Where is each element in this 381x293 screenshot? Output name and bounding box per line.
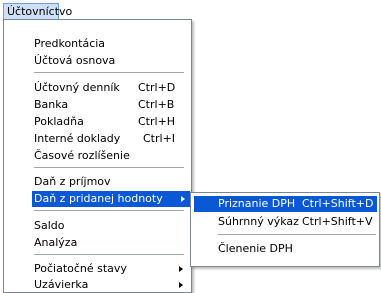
- menu-item-label: Analýza: [34, 236, 78, 249]
- menu-item-shortcut: Ctrl+D: [138, 81, 176, 94]
- submenu-arrow-icon: [179, 266, 183, 272]
- menu-item-casove-rozlisenie[interactable]: Časové rozlíšenie: [34, 148, 184, 164]
- menu-item-dan-z-prijmov[interactable]: Daň z príjmov: [34, 174, 184, 190]
- menu-item-banka[interactable]: Banka Ctrl+B: [34, 97, 184, 113]
- menu-item-pociatocne-stavy[interactable]: Počiatočné stavy: [34, 261, 184, 277]
- menu-item-shortcut: Ctrl+I: [143, 132, 176, 145]
- menu-item-uzavierka[interactable]: Uzávierka: [34, 277, 184, 293]
- submenu-item-label: Členenie DPH: [218, 242, 293, 255]
- menu-item-interne-doklady[interactable]: Interné doklady Ctrl+I: [34, 131, 184, 147]
- submenu-item-suhrnny-vykaz[interactable]: Súhrnný výkaz Ctrl+Shift+V: [194, 214, 377, 230]
- submenu-item-shortcut: Ctrl+Shift+D: [302, 197, 374, 210]
- menu-item-uctova-osnova[interactable]: Účtová osnova: [34, 53, 184, 69]
- menu-separator: [34, 210, 184, 211]
- menu-item-shortcut: Ctrl+H: [138, 115, 176, 128]
- menu-item-saldo[interactable]: Saldo: [34, 218, 184, 234]
- menu-separator: [34, 254, 184, 255]
- submenu-item-label: Priznanie DPH: [218, 197, 296, 210]
- menu-uctovnictvo-label: Účtovníctvo: [7, 5, 73, 18]
- menu-item-dan-z-pridanej-hodnoty[interactable]: Daň z pridanej hodnoty: [32, 191, 190, 207]
- menu-item-pokladna[interactable]: Pokladňa Ctrl+H: [34, 114, 184, 130]
- menu-item-label: Pokladňa: [34, 115, 84, 128]
- submenu-item-shortcut: Ctrl+Shift+V: [302, 215, 373, 228]
- menu-item-label: Saldo: [34, 219, 65, 232]
- submenu-item-clenenie-dph[interactable]: Členenie DPH: [194, 241, 377, 257]
- menu-item-shortcut: Ctrl+B: [138, 98, 175, 111]
- menu-separator: [34, 167, 184, 168]
- menu-item-uctovny-dennik[interactable]: Účtovný denník Ctrl+D: [34, 80, 184, 96]
- submenu-arrow-icon: [181, 196, 185, 202]
- menu-item-label: Predkontácia: [34, 37, 106, 50]
- menu-item-label: Počiatočné stavy: [34, 262, 127, 275]
- submenu-item-label: Súhrnný výkaz: [218, 215, 299, 228]
- submenu-item-priznanie-dph[interactable]: Priznanie DPH Ctrl+Shift+D: [194, 196, 377, 212]
- menu-item-analyza[interactable]: Analýza: [34, 235, 184, 251]
- menu-item-label: Interné doklady: [34, 132, 121, 145]
- menu-separator: [34, 72, 184, 73]
- menu-item-label: Banka: [34, 98, 69, 111]
- submenu-arrow-icon: [179, 282, 183, 288]
- submenu-separator: [218, 234, 376, 235]
- menu-item-label: Daň z pridanej hodnoty: [34, 192, 163, 205]
- menu-uctovnictvo[interactable]: Účtovníctvo: [3, 3, 72, 20]
- menu-item-label: Účtovný denník: [34, 81, 120, 94]
- dph-submenu: Priznanie DPH Ctrl+Shift+D Súhrnný výkaz…: [190, 192, 380, 267]
- uctovnictvo-dropdown: Predkontácia Účtová osnova Účtovný denní…: [3, 19, 192, 293]
- menu-item-predkontacia[interactable]: Predkontácia: [34, 36, 184, 52]
- menu-item-label: Uzávierka: [34, 278, 89, 291]
- menu-item-label: Časové rozlíšenie: [34, 149, 130, 162]
- menu-item-label: Účtová osnova: [34, 54, 116, 67]
- menu-item-label: Daň z príjmov: [34, 175, 111, 188]
